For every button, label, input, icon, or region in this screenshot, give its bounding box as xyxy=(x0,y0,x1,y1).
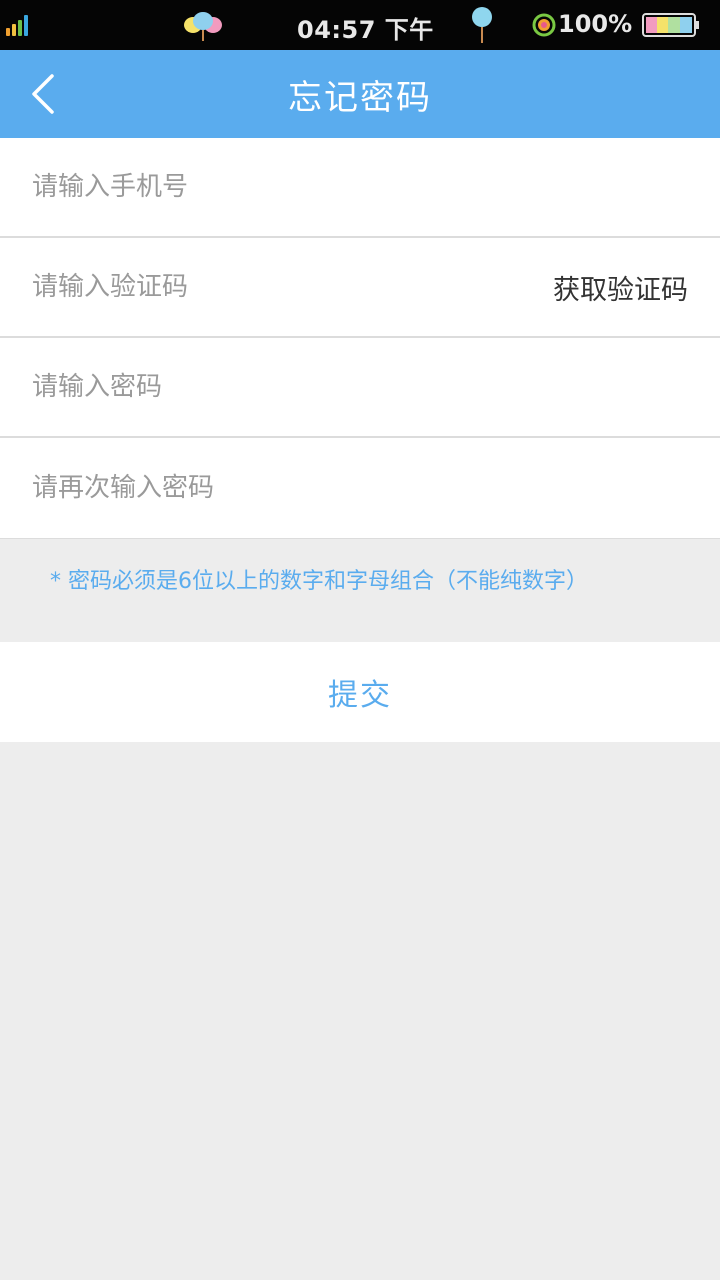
target-icon xyxy=(532,13,556,37)
status-bar: 04:57 下午 100% xyxy=(0,0,720,50)
phone-input[interactable] xyxy=(32,172,688,202)
reset-password-form: 获取验证码 xyxy=(0,138,720,538)
chevron-left-icon[interactable] xyxy=(22,72,66,116)
status-time: 04:57 下午 xyxy=(297,16,434,44)
signal-icon xyxy=(6,14,28,36)
nav-bar: 忘记密码 xyxy=(0,50,720,138)
page-title: 忘记密码 xyxy=(288,77,432,118)
battery-icon xyxy=(642,13,699,37)
password-rule-hint: * 密码必须是6位以上的数字和字母组合（不能纯数字） xyxy=(0,538,720,642)
phone-field-row xyxy=(0,138,720,238)
code-field-row: 获取验证码 xyxy=(0,238,720,338)
get-code-button[interactable]: 获取验证码 xyxy=(553,268,688,307)
password-field-row xyxy=(0,338,720,438)
battery-percent: 100% xyxy=(558,10,633,38)
balloons-icon xyxy=(184,12,222,41)
submit-button[interactable]: 提交 xyxy=(0,642,720,742)
confirm-password-input[interactable] xyxy=(32,473,688,503)
pin-icon xyxy=(472,7,492,43)
confirm-password-field-row xyxy=(0,438,720,538)
password-input[interactable] xyxy=(32,372,688,402)
